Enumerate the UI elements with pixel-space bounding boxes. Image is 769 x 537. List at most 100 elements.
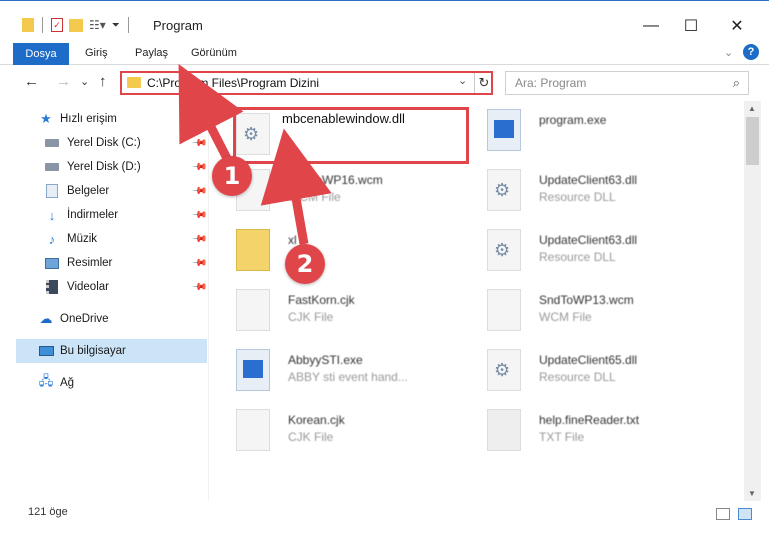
tab-paylas[interactable]: Paylaş xyxy=(135,47,168,59)
file-icon xyxy=(236,409,270,451)
pin-icon[interactable]: 📌 xyxy=(191,255,208,272)
dll-gear-icon xyxy=(487,169,521,211)
file-item[interactable]: UpdateClient65.dll Resource DLL xyxy=(487,345,727,403)
file-icon xyxy=(487,289,521,331)
file-item[interactable]: UpdateClient63.dll Resource DLL xyxy=(487,225,727,283)
text-file-icon xyxy=(487,409,521,451)
scroll-down-icon[interactable]: ▼ xyxy=(748,489,756,498)
video-icon xyxy=(44,280,60,294)
sidebar-item-local-disk-d[interactable]: Yerel Disk (D:) 📌 xyxy=(0,155,208,179)
star-icon: ★ xyxy=(40,111,52,126)
scroll-up-icon[interactable]: ▲ xyxy=(748,104,756,113)
file-type: WCM File xyxy=(539,310,592,324)
view-options-icon[interactable]: ☷▾ xyxy=(89,18,106,32)
sidebar-item-pictures[interactable]: Resimler 📌 xyxy=(0,251,208,275)
sidebar-item-quick-access[interactable]: ★ Hızlı erişim xyxy=(0,107,207,131)
sidebar-item-network[interactable]: 🖧 Ağ xyxy=(0,371,207,395)
sidebar-item-this-pc[interactable]: Bu bilgisayar xyxy=(16,339,207,363)
up-arrow-icon[interactable]: ↑ xyxy=(99,73,107,90)
pin-icon[interactable]: 📌 xyxy=(191,231,208,248)
file-name: UpdateClient65.dll xyxy=(539,353,638,367)
file-name: xl xyxy=(288,233,297,247)
cloud-icon: ☁ xyxy=(39,311,53,326)
separator xyxy=(42,17,43,33)
file-item[interactable]: UpdateClient63.dll Resource DLL xyxy=(487,165,727,223)
sidebar-item-downloads[interactable]: ↓ İndirmeler 📌 xyxy=(0,203,208,227)
sidebar-item-label: Hızlı erişim xyxy=(60,113,117,125)
forward-arrow-icon[interactable]: → xyxy=(56,73,71,90)
file-item[interactable]: Korean.cjk CJK File xyxy=(236,405,476,463)
back-arrow-icon[interactable]: ← xyxy=(24,73,39,90)
window-title: Program xyxy=(153,18,203,33)
customize-toolbar-icon[interactable]: ⏷ xyxy=(112,20,120,31)
pin-icon[interactable]: 📌 xyxy=(191,183,208,200)
tab-gorunum[interactable]: Görünüm xyxy=(191,47,237,59)
sidebar-item-videos[interactable]: Videolar 📌 xyxy=(0,275,208,299)
close-button[interactable]: ✕ xyxy=(722,13,752,39)
recent-locations-icon[interactable]: ⌄ xyxy=(80,75,89,88)
file-highlight-box xyxy=(233,107,469,164)
item-count: 121 öge xyxy=(28,506,68,518)
file-item[interactable]: program.exe xyxy=(487,105,727,163)
help-icon[interactable]: ? xyxy=(743,44,759,60)
file-item[interactable]: SndToWP13.wcm WCM File xyxy=(487,285,727,343)
file-item[interactable]: FastKorn.cjk CJK File xyxy=(236,285,476,343)
sidebar-item-label: Ağ xyxy=(60,377,75,389)
details-view-icon[interactable] xyxy=(716,508,730,520)
minimize-button[interactable]: — xyxy=(636,13,666,39)
exe-icon xyxy=(487,109,521,151)
pin-icon[interactable]: 📌 xyxy=(191,279,208,296)
folder-icon xyxy=(22,18,34,32)
title-bar: ✓ ☷▾ ⏷ Program — ☐ ✕ xyxy=(0,0,769,40)
sidebar-item-onedrive[interactable]: ☁ OneDrive xyxy=(0,307,207,331)
sidebar-item-music[interactable]: ♪ Müzik 📌 xyxy=(0,227,208,251)
file-type: TXT File xyxy=(539,430,585,444)
drive-icon xyxy=(44,136,60,150)
chevron-down-icon[interactable]: ⌄ xyxy=(458,74,467,87)
address-path[interactable]: C:\Program Files\Program Dizini xyxy=(147,76,319,90)
file-item[interactable]: AbbyySTI.exe ABBY sti event hand... xyxy=(236,345,476,403)
pin-icon[interactable]: 📌 xyxy=(191,207,208,224)
step-2-badge: 2 xyxy=(285,244,325,284)
file-type: Resource DLL xyxy=(539,250,616,264)
step-1-badge: 1 xyxy=(212,156,252,196)
search-input[interactable]: Ara: Program xyxy=(515,76,586,90)
expand-ribbon-icon[interactable]: ⌄ xyxy=(724,46,733,59)
sidebar-item-local-disk-c[interactable]: Yerel Disk (C:) 📌 xyxy=(0,131,208,155)
file-type: CJK File xyxy=(288,310,334,324)
sidebar-item-label: Müzik xyxy=(67,233,98,245)
file-item[interactable]: help.fineReader.txt TXT File xyxy=(487,405,727,463)
computer-icon xyxy=(38,344,54,358)
new-folder-icon[interactable] xyxy=(69,18,83,32)
file-name: program.exe xyxy=(539,113,607,127)
dll-gear-icon xyxy=(487,349,521,391)
sidebar-item-label: Bu bilgisayar xyxy=(60,345,126,357)
properties-icon[interactable]: ✓ xyxy=(51,18,63,32)
file-name: UpdateClient63.dll xyxy=(539,173,638,187)
file-item[interactable]: xl xyxy=(236,225,476,283)
sidebar-item-label: OneDrive xyxy=(60,313,109,325)
exe-icon xyxy=(236,349,270,391)
search-box[interactable]: Ara: Program ⌕ xyxy=(505,71,749,95)
folder-file-icon xyxy=(236,229,270,271)
file-item[interactable]: SndToWP16.wcm WCM File xyxy=(236,165,476,223)
address-bar[interactable]: C:\Program Files\Program Dizini ⌄ ↻ xyxy=(120,71,493,95)
pin-icon[interactable]: 📌 xyxy=(191,159,208,176)
file-name: AbbyySTI.exe xyxy=(288,353,363,367)
scroll-thumb[interactable] xyxy=(746,117,759,165)
tab-giris[interactable]: Giriş xyxy=(85,47,108,59)
file-type: Resource DLL xyxy=(539,370,616,384)
maximize-button[interactable]: ☐ xyxy=(676,13,706,39)
file-icon xyxy=(236,289,270,331)
refresh-icon[interactable]: ↻ xyxy=(474,73,493,93)
sidebar-item-label: Resimler xyxy=(67,257,113,269)
pictures-icon xyxy=(44,256,60,270)
large-icons-view-icon[interactable] xyxy=(738,508,752,520)
sidebar-item-label: Yerel Disk (D:) xyxy=(67,161,141,173)
pin-icon[interactable]: 📌 xyxy=(191,135,208,152)
tab-dosya[interactable]: Dosya xyxy=(13,43,69,65)
sidebar-item-documents[interactable]: Belgeler 📌 xyxy=(0,179,208,203)
search-icon[interactable]: ⌕ xyxy=(733,75,740,91)
vertical-scrollbar[interactable]: ▲ ▼ xyxy=(744,101,761,501)
file-name: SndToWP13.wcm xyxy=(539,293,634,307)
